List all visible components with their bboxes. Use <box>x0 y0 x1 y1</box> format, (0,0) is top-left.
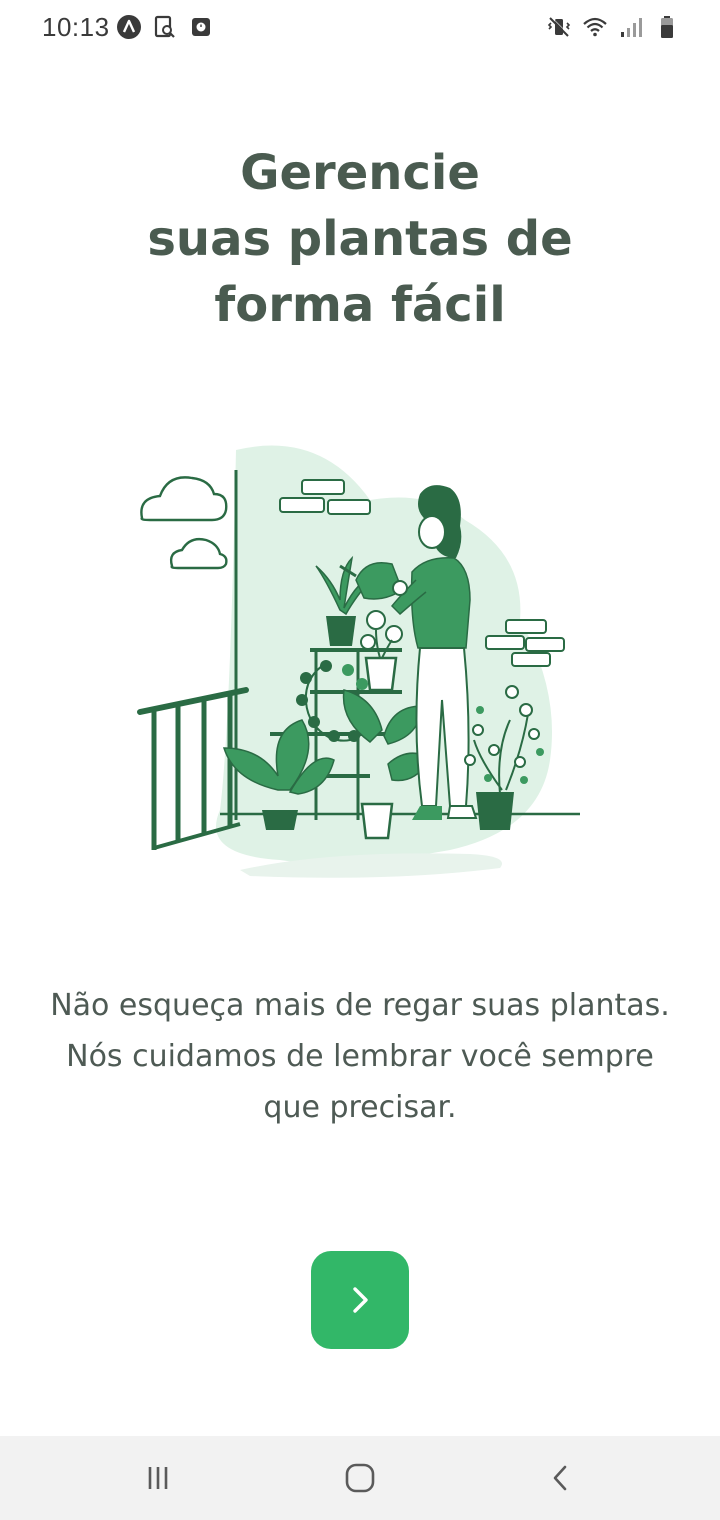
back-icon <box>553 1465 567 1491</box>
status-bar: 10:13 <box>0 0 720 56</box>
media-icon <box>192 18 210 36</box>
status-notification-icons <box>116 14 214 40</box>
status-time: 10:13 <box>42 12 110 42</box>
page-title: Gerencie suas plantas de forma fácil <box>147 145 573 333</box>
back-button[interactable] <box>541 1458 581 1498</box>
navigation-bar <box>0 1436 720 1520</box>
status-system-icons <box>546 14 680 40</box>
app-a-icon <box>117 15 141 39</box>
vibrate-mute-icon <box>547 16 571 37</box>
search-doc-icon <box>154 15 175 38</box>
recent-apps-button[interactable] <box>138 1458 178 1498</box>
recent-apps-icon <box>148 1467 168 1489</box>
chevron-right-icon <box>353 1287 368 1313</box>
home-button[interactable] <box>340 1458 380 1498</box>
signal-icon <box>621 18 642 37</box>
onboarding-description: Não esqueça mais de regar suas plantas. … <box>50 988 670 1125</box>
woman-watering-plants-illustration <box>137 445 580 878</box>
home-icon <box>345 1463 375 1493</box>
next-button[interactable] <box>311 1251 409 1349</box>
wifi-icon <box>583 17 607 37</box>
battery-icon <box>661 16 673 38</box>
